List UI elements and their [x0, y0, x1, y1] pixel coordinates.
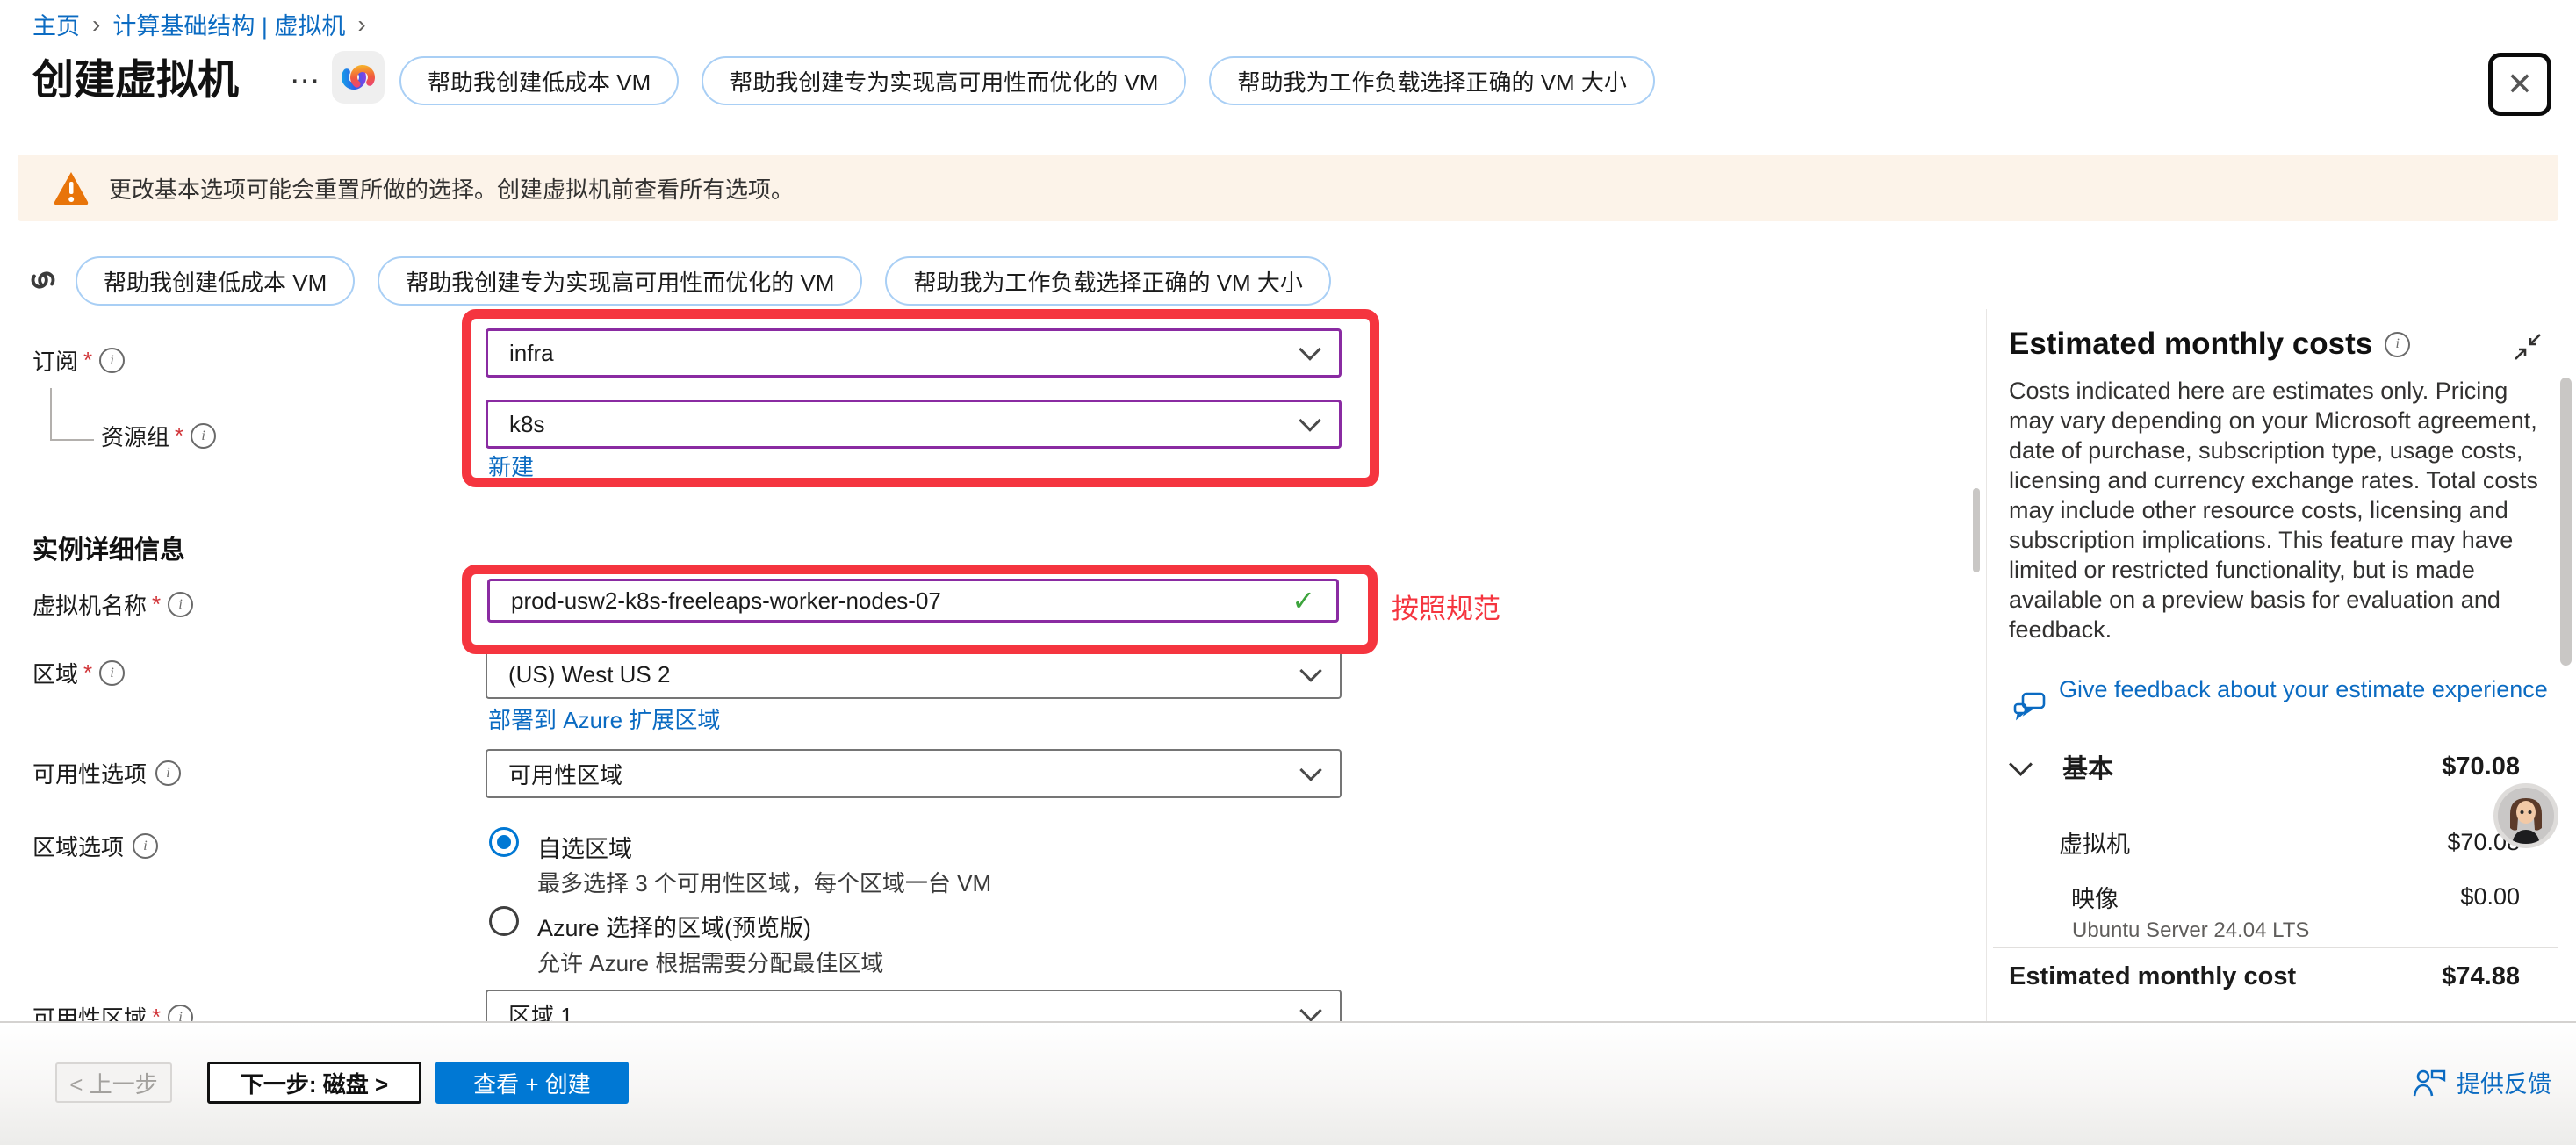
- chevron-down-icon: [1299, 659, 1321, 681]
- create-new-link[interactable]: 新建: [488, 450, 534, 482]
- subscription-label: 订阅* i: [32, 344, 125, 377]
- deploy-extended-zone-link[interactable]: 部署到 Azure 扩展区域: [488, 702, 720, 735]
- info-icon[interactable]: i: [99, 660, 125, 686]
- info-icon[interactable]: i: [2385, 332, 2410, 357]
- warning-text: 更改基本选项可能会重置所做的选择。创建虚拟机前查看所有选项。: [109, 172, 794, 205]
- close-icon: ✕: [2507, 66, 2533, 103]
- suggestion-right-vm-size-button[interactable]: 帮助我为工作负载选择正确的 VM 大小: [1209, 56, 1654, 105]
- suggestion-high-availability-vm-button[interactable]: 帮助我创建专为实现高可用性而优化的 VM: [702, 56, 1186, 105]
- copilot-outline-icon: [23, 260, 63, 305]
- breadcrumb-link-compute-vm[interactable]: 计算基础结构 | 虚拟机: [112, 7, 345, 41]
- info-icon[interactable]: i: [168, 592, 193, 617]
- info-icon[interactable]: i: [191, 423, 216, 449]
- cost-group-value: $70.08: [2442, 753, 2520, 781]
- required-asterisk: *: [83, 659, 92, 687]
- review-create-button[interactable]: 查看 + 创建: [435, 1062, 629, 1104]
- info-icon[interactable]: i: [99, 348, 125, 373]
- previous-button[interactable]: < 上一步: [55, 1062, 172, 1103]
- feedback-bubbles-icon: [2012, 690, 2047, 730]
- availability-options-label: 可用性选项 i: [32, 757, 181, 789]
- cost-panel-header: Estimated monthly costs i: [2009, 327, 2410, 362]
- availability-options-value: 可用性区域: [508, 758, 622, 790]
- region-label: 区域* i: [32, 657, 125, 689]
- chevron-down-icon: [1299, 338, 1320, 360]
- annotation-text: 按照规范: [1392, 587, 1500, 626]
- give-feedback-link[interactable]: 提供反馈: [2413, 1065, 2551, 1099]
- breadcrumb: 主页 › 计算基础结构 | 虚拟机 ›: [32, 7, 378, 41]
- breadcrumb-chevron-icon: ›: [357, 11, 365, 39]
- required-asterisk: *: [152, 591, 161, 618]
- cost-item-label: 虚拟机: [2059, 825, 2130, 860]
- radio-azure-selected-zones[interactable]: [489, 906, 519, 936]
- next-disks-button[interactable]: 下一步: 磁盘 >: [207, 1062, 421, 1104]
- zone-option1-desc: 最多选择 3 个可用性区域，每个区域一台 VM: [537, 866, 991, 898]
- info-icon[interactable]: i: [155, 760, 181, 786]
- parent-child-connector: [50, 388, 94, 441]
- valid-check-icon: ✓: [1292, 584, 1315, 617]
- vm-name-input[interactable]: prod-usw2-k8s-freeleaps-worker-nodes-07 …: [487, 579, 1339, 623]
- cost-item-label: 映像: [2059, 880, 2119, 914]
- copilot-suggestions-top: 帮助我创建低成本 VM 帮助我创建专为实现高可用性而优化的 VM 帮助我为工作负…: [399, 56, 1655, 105]
- form-scrollbar-thumb[interactable]: [1973, 488, 1980, 572]
- page-scrollbar-thumb[interactable]: [2560, 378, 2572, 666]
- vm-name-value: prod-usw2-k8s-freeleaps-worker-nodes-07: [511, 587, 941, 615]
- suggestion-right-vm-size-button[interactable]: 帮助我为工作负载选择正确的 VM 大小: [885, 256, 1330, 306]
- chevron-down-icon: [1299, 409, 1320, 431]
- region-value: (US) West US 2: [508, 661, 670, 688]
- cost-group-row: 基本 $70.08: [2012, 748, 2520, 785]
- copilot-icon[interactable]: [332, 51, 385, 108]
- estimate-feedback-link[interactable]: Give feedback about your estimate experi…: [2059, 674, 2551, 704]
- close-button[interactable]: ✕: [2488, 53, 2551, 116]
- feedback-person-icon: [2413, 1068, 2446, 1098]
- create-vm-page: 主页 › 计算基础结构 | 虚拟机 › 创建虚拟机 ⋯ 帮助我创建低成本 VM …: [0, 0, 2576, 1143]
- availability-options-dropdown[interactable]: 可用性区域: [486, 749, 1342, 798]
- radio-self-selected-zones[interactable]: [489, 827, 519, 857]
- wizard-footer: < 上一步 下一步: 磁盘 > 查看 + 创建 提供反馈: [0, 1021, 2576, 1145]
- suggestion-low-cost-vm-button[interactable]: 帮助我创建低成本 VM: [399, 56, 679, 105]
- info-icon[interactable]: i: [133, 833, 158, 859]
- zone-option2-label[interactable]: Azure 选择的区域(预览版): [537, 909, 811, 943]
- cost-total-row: Estimated monthly cost $74.88: [2009, 962, 2520, 991]
- page-title: 创建虚拟机: [32, 46, 239, 106]
- copilot-suggestions-inline: 帮助我创建低成本 VM 帮助我创建专为实现高可用性而优化的 VM 帮助我为工作负…: [76, 256, 1331, 306]
- collapse-panel-button[interactable]: [2513, 332, 2543, 366]
- breadcrumb-chevron-icon: ›: [92, 11, 100, 39]
- more-options-button[interactable]: ⋯: [290, 63, 322, 98]
- cost-item-row: 映像 $0.00: [2059, 880, 2520, 914]
- cost-item-subtext: Ubuntu Server 24.04 LTS: [2072, 918, 2309, 943]
- zone-options-label: 区域选项 i: [32, 830, 158, 862]
- cost-disclaimer: Costs indicated here are estimates only.…: [2009, 376, 2539, 645]
- cost-panel-title: Estimated monthly costs: [2009, 327, 2372, 362]
- resource-group-dropdown[interactable]: k8s: [486, 400, 1342, 449]
- vm-name-label: 虚拟机名称* i: [32, 588, 193, 621]
- collapse-icon: [2513, 332, 2543, 362]
- cost-item-row: 虚拟机 $70.08: [2059, 825, 2520, 860]
- warning-banner: 更改基本选项可能会重置所做的选择。创建虚拟机前查看所有选项。: [18, 155, 2558, 221]
- required-asterisk: *: [175, 422, 183, 450]
- suggestion-low-cost-vm-button[interactable]: 帮助我创建低成本 VM: [76, 256, 355, 306]
- chevron-down-icon: [1299, 759, 1321, 781]
- panel-divider: [1986, 309, 1987, 1021]
- zone-option1-label[interactable]: 自选区域: [537, 830, 632, 864]
- chevron-down-icon[interactable]: [2009, 753, 2033, 776]
- cost-group-label: 基本: [2062, 748, 2113, 785]
- cost-total-value: $74.88: [2442, 962, 2520, 991]
- suggestion-high-availability-vm-button[interactable]: 帮助我创建专为实现高可用性而优化的 VM: [378, 256, 862, 306]
- give-feedback-label: 提供反馈: [2457, 1065, 2551, 1099]
- warning-icon: [53, 170, 90, 205]
- cost-item-value: $0.00: [2460, 883, 2520, 911]
- avatar[interactable]: [2493, 783, 2558, 848]
- subscription-value: infra: [509, 340, 554, 367]
- resource-group-value: k8s: [509, 411, 544, 438]
- chevron-down-icon: [1299, 999, 1321, 1021]
- subscription-dropdown[interactable]: infra: [486, 328, 1342, 378]
- cost-total-label: Estimated monthly cost: [2009, 962, 2296, 991]
- breadcrumb-link-home[interactable]: 主页: [32, 7, 80, 41]
- region-dropdown[interactable]: (US) West US 2: [486, 650, 1342, 699]
- instance-details-header: 实例详细信息: [32, 529, 185, 566]
- zone-option2-desc: 允许 Azure 根据需要分配最佳区域: [537, 946, 883, 978]
- required-asterisk: *: [83, 347, 92, 374]
- resource-group-label: 资源组* i: [101, 420, 216, 452]
- cost-total-divider: [1993, 947, 2558, 948]
